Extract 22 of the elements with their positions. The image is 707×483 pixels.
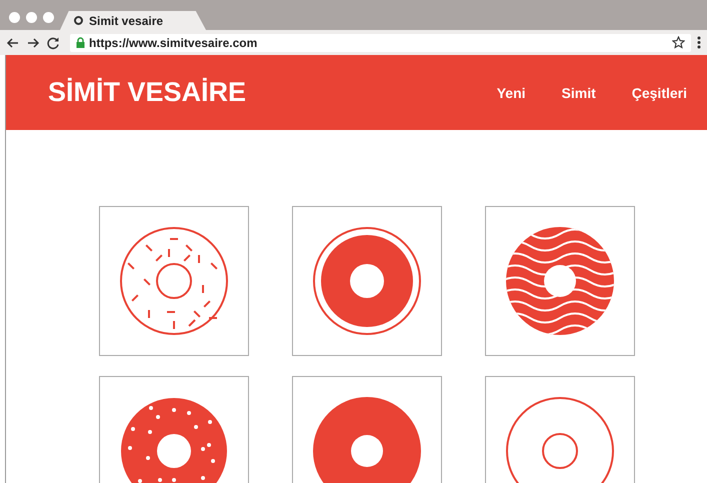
product-tile[interactable] — [485, 206, 635, 356]
product-tile[interactable] — [485, 376, 635, 483]
product-tile[interactable] — [99, 376, 249, 483]
back-icon[interactable] — [6, 36, 20, 50]
window-control-icon[interactable] — [43, 12, 54, 23]
window-control-icon[interactable] — [26, 12, 37, 23]
reload-icon[interactable] — [46, 36, 60, 50]
nav-link[interactable]: Çeşitleri — [632, 84, 687, 100]
site-logo[interactable]: SİMİT VESAİRE — [48, 77, 497, 108]
window-control-icon[interactable] — [9, 12, 20, 23]
product-tile[interactable] — [99, 206, 249, 356]
star-icon[interactable] — [672, 36, 685, 49]
product-tile[interactable] — [292, 206, 442, 356]
favicon-icon — [74, 16, 83, 25]
nav-link[interactable]: Yeni — [496, 84, 526, 100]
nav-link[interactable]: Simit — [562, 84, 596, 100]
browser-tab[interactable]: Simit vesaire — [60, 11, 206, 30]
menu-icon[interactable] — [697, 36, 701, 49]
forward-icon[interactable] — [26, 36, 40, 50]
address-bar[interactable]: https://www.simitvesaire.com — [70, 34, 691, 52]
product-tile[interactable] — [292, 376, 442, 483]
lock-icon — [76, 37, 85, 48]
